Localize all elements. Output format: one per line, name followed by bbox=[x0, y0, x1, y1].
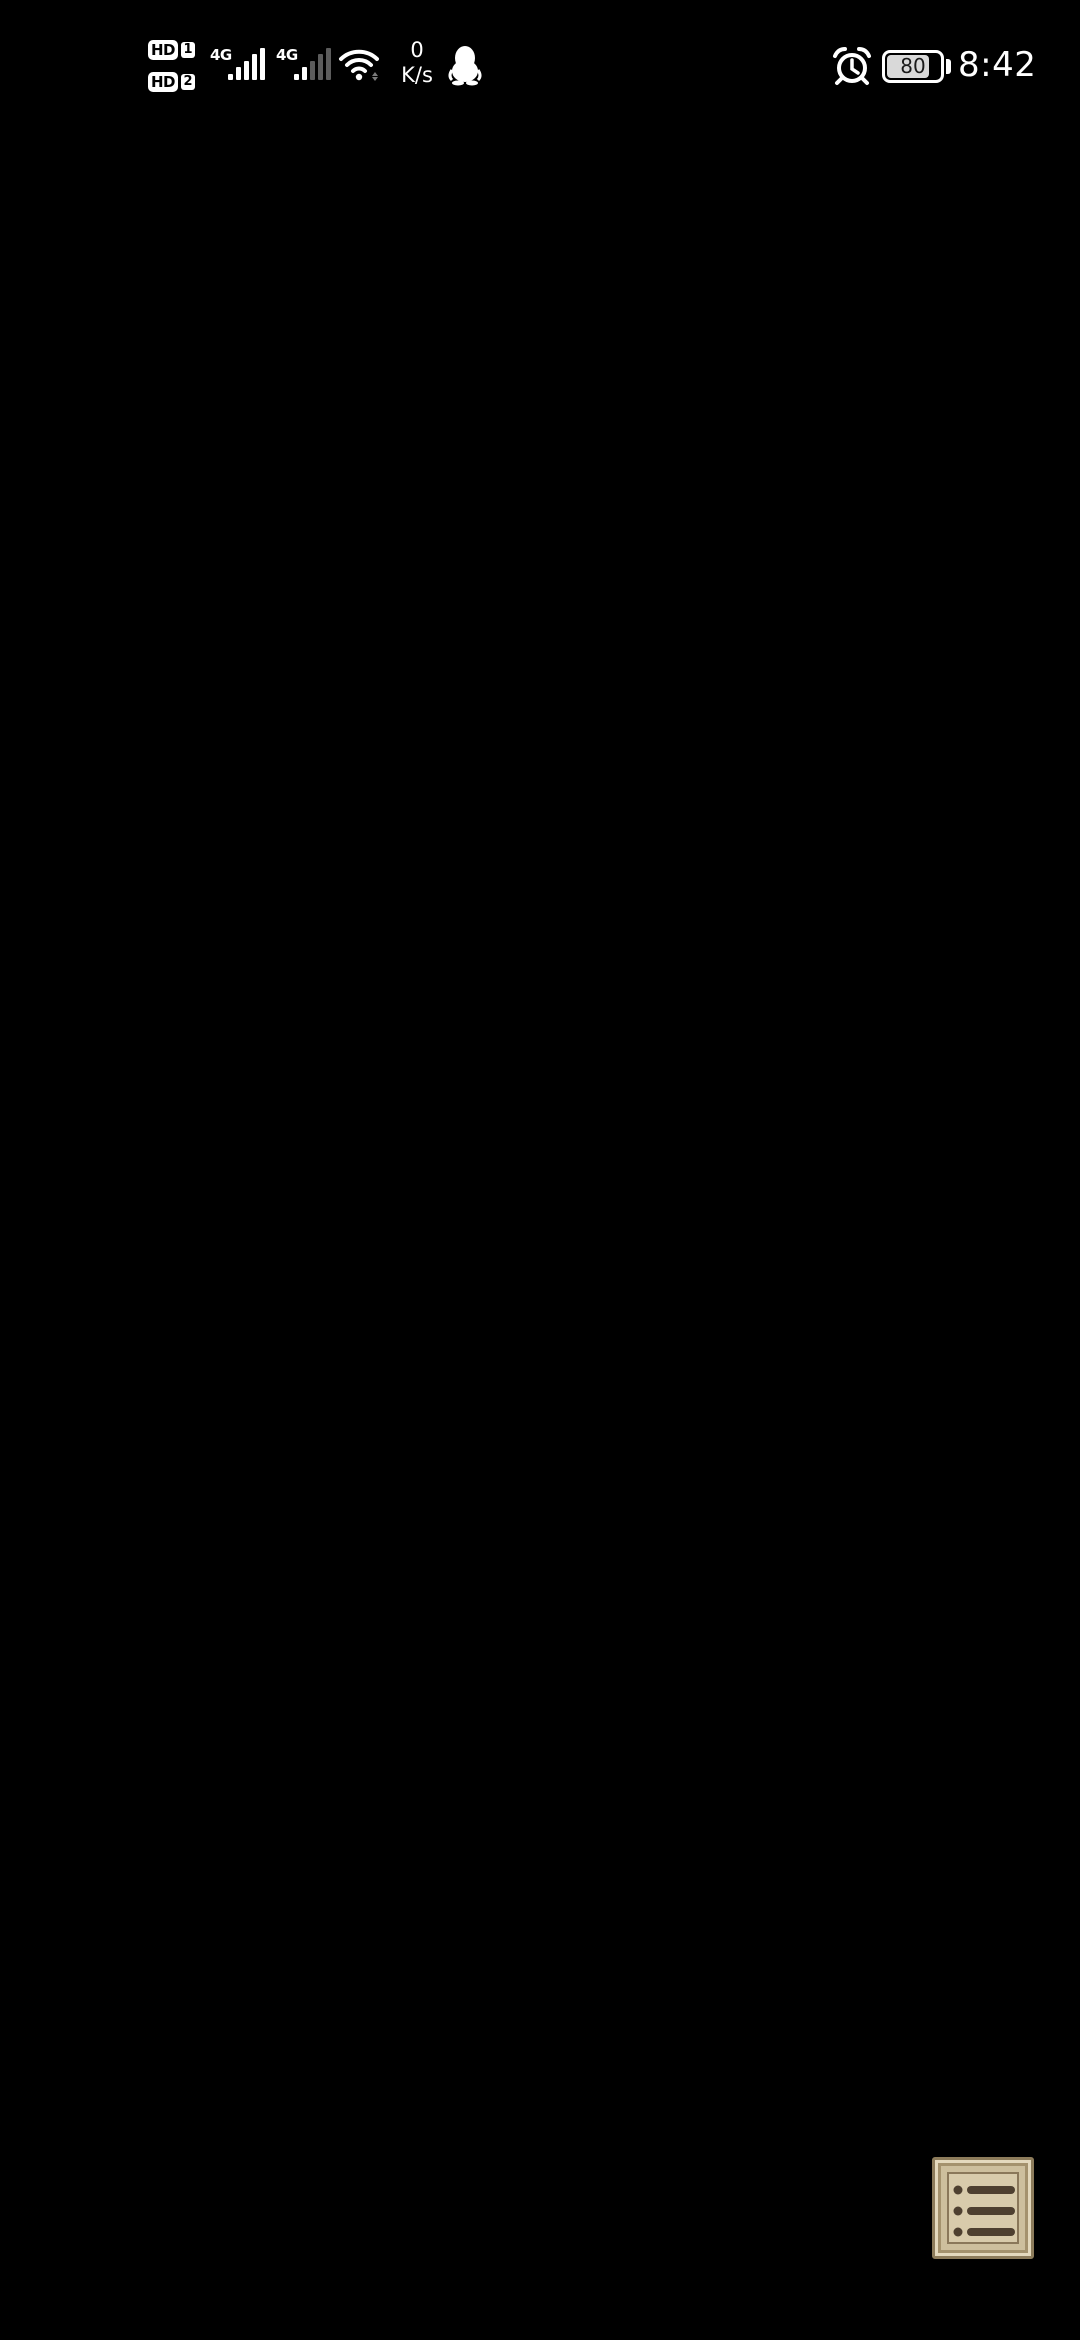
status-bar: HD 1 HD 2 4G 4G 0 K/s 80 8:42 bbox=[0, 0, 1080, 130]
signal-strength-icon bbox=[228, 48, 265, 80]
battery-level-text: 80 bbox=[900, 54, 926, 78]
alarm-clock-icon bbox=[833, 47, 871, 85]
signal-bar bbox=[310, 61, 315, 80]
sim2-indicator: HD 2 bbox=[148, 70, 196, 94]
signal-bar bbox=[294, 74, 299, 80]
hd-badge: HD bbox=[148, 40, 179, 60]
signal-bar bbox=[236, 67, 241, 80]
sim1-indicator: HD 1 bbox=[148, 38, 196, 62]
signal-bar bbox=[260, 48, 265, 80]
signal-bar bbox=[244, 61, 249, 80]
content-area bbox=[0, 130, 1080, 2340]
signal-strength-icon bbox=[294, 48, 331, 80]
status-time: 8:42 bbox=[958, 45, 1037, 85]
wifi-icon bbox=[339, 49, 379, 81]
battery-icon: 80 bbox=[882, 50, 944, 83]
network-speed-value: 0 bbox=[410, 38, 424, 62]
sim-slot-number: 1 bbox=[181, 42, 196, 58]
hd-badge: HD bbox=[148, 72, 179, 92]
signal-bar bbox=[318, 54, 323, 80]
penguin-icon bbox=[448, 46, 482, 86]
signal-bar bbox=[326, 48, 331, 80]
sim-indicators: HD 1 HD 2 bbox=[148, 36, 200, 96]
signal-bar bbox=[252, 54, 257, 80]
network-speed-unit: K/s bbox=[401, 63, 433, 87]
network-speed: 0 K/s bbox=[392, 38, 442, 88]
menu-button[interactable] bbox=[932, 2157, 1034, 2259]
battery-cap bbox=[946, 59, 951, 74]
sim-slot-number: 2 bbox=[181, 74, 196, 90]
signal-bar bbox=[302, 67, 307, 80]
list-menu-icon bbox=[953, 2185, 1015, 2237]
signal-bar bbox=[228, 74, 233, 80]
